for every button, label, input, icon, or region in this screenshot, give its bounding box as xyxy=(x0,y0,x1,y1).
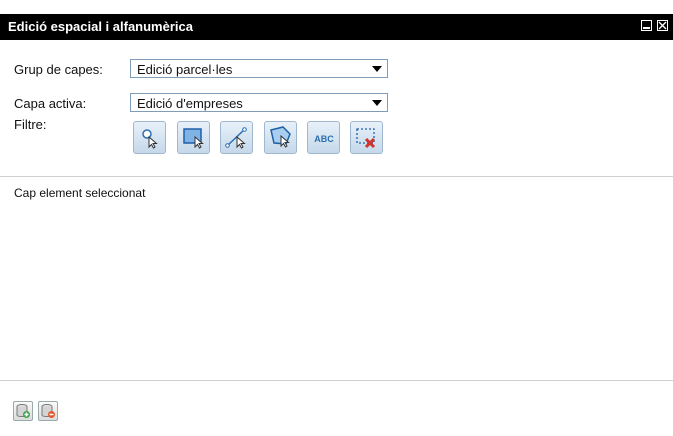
clear-selection-button[interactable] xyxy=(350,121,383,154)
point-select-icon xyxy=(142,129,158,149)
text-select-icon: ABC xyxy=(314,134,334,144)
line-select-icon xyxy=(225,127,247,149)
group-select-value: Edició parcel·les xyxy=(137,62,233,77)
close-icon[interactable] xyxy=(657,20,668,31)
group-label: Grup de capes: xyxy=(14,62,103,77)
clear-selection-icon xyxy=(356,128,376,149)
chevron-down-icon[interactable] xyxy=(367,94,387,111)
add-database-button[interactable] xyxy=(13,401,33,421)
text-select-label: ABC xyxy=(314,134,334,144)
layer-label: Capa activa: xyxy=(14,96,87,111)
divider xyxy=(0,380,673,381)
minimize-icon[interactable] xyxy=(641,20,652,31)
text-select-button[interactable]: ABC xyxy=(307,121,340,154)
line-select-button[interactable] xyxy=(220,121,253,154)
add-database-icon xyxy=(16,404,30,418)
window-title: Edició espacial i alfanumèrica xyxy=(8,19,193,34)
remove-database-icon xyxy=(41,404,55,418)
chevron-down-icon[interactable] xyxy=(367,60,387,77)
polygon-select-button[interactable] xyxy=(264,121,297,154)
rectangle-select-icon xyxy=(183,128,204,149)
rectangle-select-button[interactable] xyxy=(177,121,210,154)
layer-select-value: Edició d'empreses xyxy=(137,96,243,111)
divider xyxy=(0,176,673,177)
polygon-select-icon xyxy=(270,126,291,148)
remove-database-button[interactable] xyxy=(38,401,58,421)
layer-select[interactable]: Edició d'empreses xyxy=(130,93,388,112)
status-message: Cap element seleccionat xyxy=(14,186,146,200)
point-select-button[interactable] xyxy=(133,121,166,154)
window-titlebar: Edició espacial i alfanumèrica xyxy=(0,14,673,40)
group-select[interactable]: Edició parcel·les xyxy=(130,59,388,78)
filter-label: Filtre: xyxy=(14,117,47,132)
